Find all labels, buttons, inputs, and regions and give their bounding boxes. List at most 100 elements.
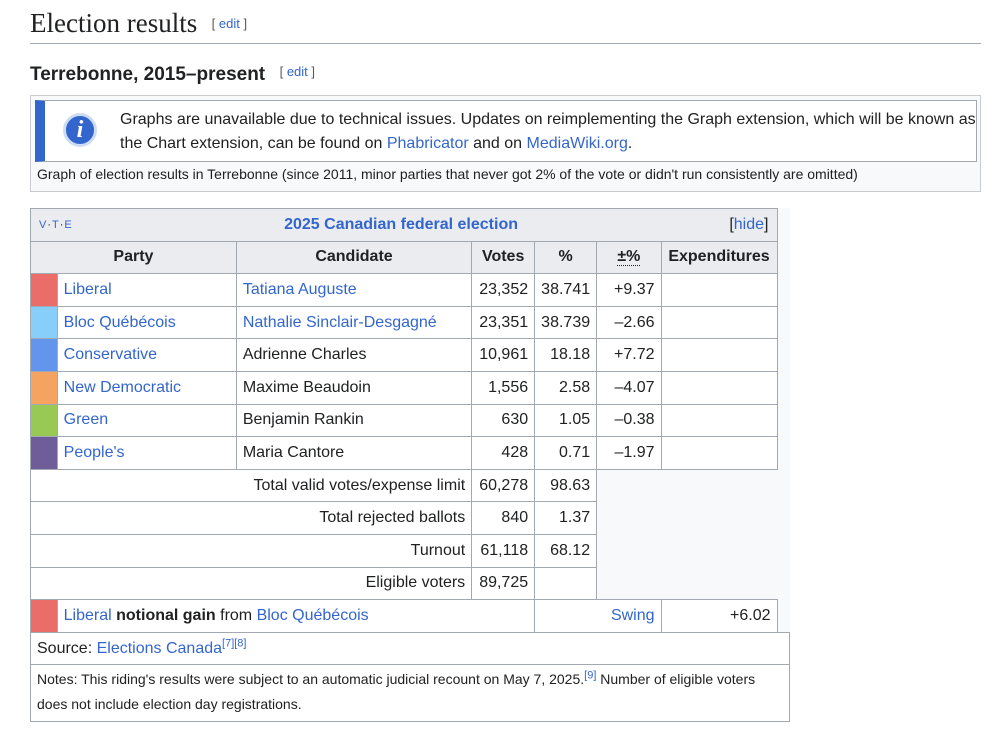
percent-cell: 2.58 [534,370,598,405]
subsection-edit-link[interactable]: edit [287,64,308,79]
party-link[interactable]: Conservative [64,346,157,363]
percent-cell: 18.18 [534,338,598,372]
candidate-name: Adrienne Charles [242,346,367,364]
total-label: Total valid votes/expense limit [29,468,473,503]
hide-toggle: [hide] [729,215,769,233]
candidate-cell: Nathalie Sinclair-Desgagné [235,305,473,340]
candidate-name[interactable]: Tatiana Auguste [243,281,357,298]
party-cell: Conservative [56,338,237,372]
gain-party-link[interactable]: Liberal [64,607,112,624]
section-heading: Election results [ edit ] [30,6,981,44]
total-label: Turnout [29,533,473,568]
candidate-cell: Benjamin Rankin [235,403,473,438]
info-icon: i [63,113,97,147]
total-label: Total rejected ballots [29,501,473,535]
vte-links: V·T·E [39,218,73,231]
table-title-row: V·T·E 2025 Canadian federal election [hi… [30,208,790,242]
gain-from-party-link[interactable]: Bloc Québécois [257,607,369,624]
party-color [30,273,58,307]
votes-cell: 1,556 [471,370,536,405]
table-row: New Democratic Maxime Beaudoin 1,556 2.58 –4… [30,370,790,405]
subsection-heading: Terrebonne, 2015–present [ edit ] [30,64,315,86]
source-row: Source: Elections Canada[7][8] [30,631,790,666]
change-cell: +7.72 [596,338,662,372]
table-title[interactable]: 2025 Canadian federal election [284,216,518,234]
change-cell: –4.07 [596,370,662,405]
party-link[interactable]: Green [64,411,108,428]
notes-text-1: Notes: This riding's results were subjec… [37,671,585,688]
change-cell: –2.66 [596,305,662,340]
total-row: Total valid votes/expense limit 60,278 98.… [29,468,790,503]
party-color [30,370,58,405]
header-change-label: ±% [617,248,641,267]
expenditures-cell [660,403,778,438]
vte-talk-link[interactable]: T [52,219,60,231]
swing-label-cell: Swing [534,599,662,633]
total-row: Turnout 61,118 68.12 [29,533,790,568]
party-color [30,436,58,470]
party-color [30,403,58,438]
change-cell: +9.37 [596,273,662,307]
header-candidate: Candidate [235,240,473,275]
party-link[interactable]: Bloc Québécois [64,314,176,331]
expenditures-cell [660,338,778,372]
table-row: Liberal Tatiana Auguste 23,352 38.741 +9.37 [30,273,790,307]
party-cell: People's [56,436,237,470]
gain-party-color [30,599,58,633]
total-percent: 1.37 [534,501,598,535]
candidate-name[interactable]: Nathalie Sinclair-Desgagné [243,314,437,331]
expenditures-cell [660,305,778,340]
notes-ref[interactable]: [9] [584,670,596,682]
candidate-name: Maxime Beaudoin [242,378,371,396]
party-cell: Green [56,403,237,438]
total-blank [596,501,777,535]
graph-container: i Graphs are unavailable due to technica… [30,95,981,192]
header-row: Party Candidate Votes % ±% Expenditures [30,240,790,275]
percent-cell: 38.739 [534,305,598,340]
graph-caption: Graph of election results in Terrebonne … [37,166,858,182]
elections-canada-link[interactable]: Elections Canada [97,640,222,657]
vte-edit-link[interactable]: E [64,219,72,231]
party-link[interactable]: New Democratic [64,379,181,396]
subsection-title: Terrebonne, 2015–present [30,64,266,85]
party-link[interactable]: People's [64,444,125,461]
graph-notice: i Graphs are unavailable due to technica… [35,100,977,162]
party-cell: Liberal [56,273,237,307]
expenditures-cell [660,370,778,405]
percent-cell: 38.741 [534,273,598,307]
section-title: Election results [30,8,198,38]
section-edit-link[interactable]: edit [219,16,240,31]
mediawiki-link[interactable]: MediaWiki.org [527,135,628,152]
vte-view-link[interactable]: V [39,219,47,231]
candidate-cell: Tatiana Auguste [235,273,473,307]
expenditures-cell [660,273,778,307]
total-votes: 840 [471,501,536,535]
total-votes: 89,725 [471,566,536,601]
header-change: ±% [596,240,662,275]
total-votes: 61,118 [471,533,536,568]
expenditures-cell [660,436,778,470]
swing-value: +6.02 [660,599,778,633]
party-color [30,338,58,372]
gain-row: Liberal notional gain from Bloc Québécoi… [30,599,790,633]
votes-cell: 23,351 [471,305,536,340]
table-row: People's Maria Cantore 428 0.71 –1.97 [30,436,790,470]
hide-link[interactable]: hide [734,216,764,233]
total-votes: 60,278 [471,468,536,503]
swing-link[interactable]: Swing [611,607,655,624]
header-expenditures: Expenditures [660,240,778,275]
change-cell: –1.97 [596,436,662,470]
votes-cell: 630 [471,403,536,438]
header-party: Party [30,240,237,275]
phabricator-link[interactable]: Phabricator [387,135,469,152]
source-cell: Source: Elections Canada[7][8] [30,631,790,666]
party-color [30,305,58,340]
total-percent [534,566,598,601]
source-refs[interactable]: [7][8] [222,637,246,649]
notes-cell: Notes: This riding's results were subjec… [30,664,790,723]
notice-text-part: and on [468,135,527,152]
total-percent: 68.12 [534,533,598,568]
party-link[interactable]: Liberal [64,281,112,298]
header-percent: % [534,240,598,275]
election-results-table: V·T·E 2025 Canadian federal election [hi… [29,208,790,723]
